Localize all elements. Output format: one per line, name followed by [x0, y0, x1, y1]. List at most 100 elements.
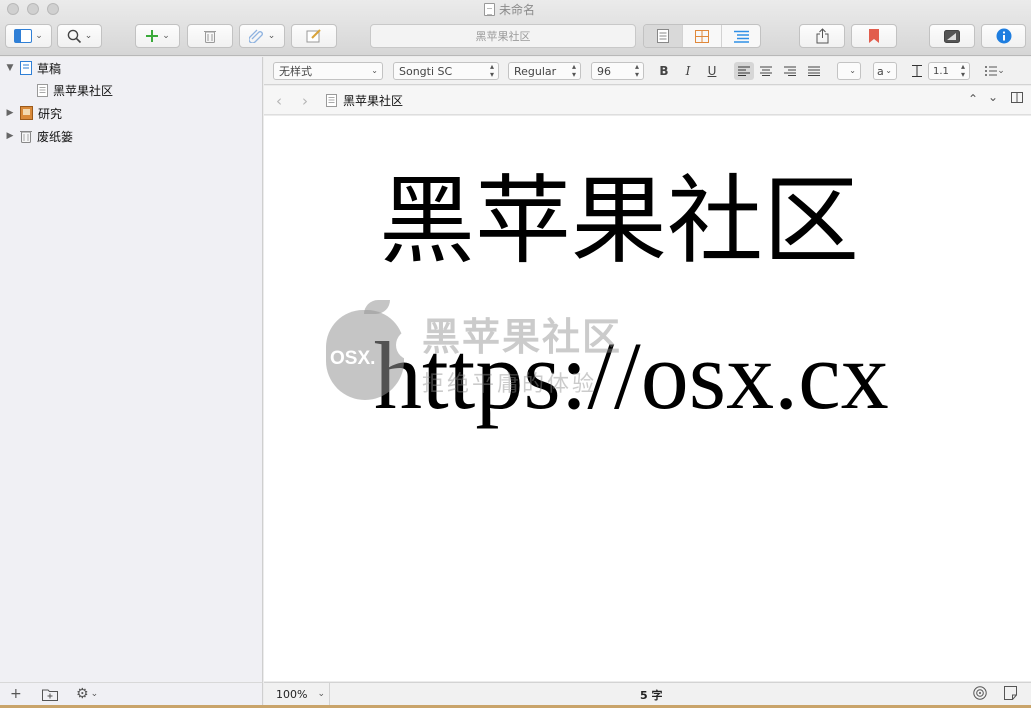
binder-item-trash[interactable]: ▶ 废纸篓 — [5, 127, 73, 145]
document-header-title[interactable]: 黑苹果社区 — [326, 92, 403, 109]
corkboard-mode-button[interactable] — [683, 25, 722, 47]
group-mode-segmented-control — [643, 24, 761, 48]
zoom-window-button[interactable] — [47, 3, 59, 15]
disclosure-triangle-collapsed-icon[interactable]: ▶ — [5, 131, 15, 141]
align-right-icon — [784, 66, 796, 76]
back-arrow-icon[interactable]: ‹ — [276, 92, 282, 110]
font-weight-select[interactable]: Regular ▴ ▾ — [508, 62, 581, 80]
composition-mode-button[interactable] — [929, 24, 975, 48]
folder-plus-icon — [42, 689, 58, 701]
chevron-down-icon: ⌄ — [84, 31, 93, 41]
grid-icon — [695, 29, 709, 43]
list-style-button[interactable]: ⌄ — [982, 62, 1008, 80]
font-family-select[interactable]: Songti SC ▴ ▾ — [393, 62, 499, 80]
text-editor[interactable]: 黑苹果社区 https://osx.cx — [264, 116, 1031, 681]
editor-header-bar: ‹ › 黑苹果社区 ⌃ ⌄ — [264, 86, 1031, 115]
italic-button[interactable]: I — [679, 62, 697, 80]
target-icon — [973, 686, 987, 700]
paperclip-icon — [248, 29, 263, 43]
disclosure-triangle-collapsed-icon[interactable]: ▶ — [5, 108, 15, 118]
chevron-down-icon: ⌄ — [90, 689, 99, 699]
bold-button[interactable]: B — [655, 62, 673, 80]
quick-search-field[interactable]: 黑苹果社区 — [370, 24, 636, 48]
binder-item-research[interactable]: ▶ 研究 — [5, 104, 62, 122]
align-left-button[interactable] — [734, 62, 754, 80]
split-view-icon — [1011, 92, 1023, 103]
gear-icon: ⚙ — [76, 686, 89, 702]
bookmark-icon — [869, 29, 879, 43]
disclosure-triangle-expanded-icon[interactable]: ▼ — [5, 63, 15, 73]
editor-text-line[interactable]: 黑苹果社区 — [379, 166, 859, 276]
trash-icon — [20, 131, 32, 143]
chevron-down-icon: ⌄ — [885, 66, 892, 75]
compose-icon — [306, 29, 321, 43]
inspector-button[interactable] — [981, 24, 1026, 48]
chevron-down-icon: ⌄ — [849, 66, 856, 75]
plus-icon — [146, 30, 159, 42]
editor-text-line[interactable]: https://osx.cx — [374, 321, 889, 431]
chevron-down-icon: ⌄ — [162, 31, 170, 41]
font-size-select[interactable]: 96 ▴ ▾ — [591, 62, 644, 80]
binder-footer: + ⚙ ⌄ — [0, 682, 263, 705]
document-icon — [484, 2, 495, 16]
add-folder-button[interactable] — [42, 688, 58, 701]
binder-sidebar: ▼ 草稿 黑苹果社区 ▶ 研究 ▶ 废纸篓 — [0, 57, 263, 682]
paragraph-style-select[interactable]: 无样式 ⌄ — [273, 62, 383, 80]
view-mode-button[interactable]: ⌄ — [5, 24, 52, 48]
notes-button[interactable] — [1004, 686, 1017, 704]
note-icon — [1004, 686, 1017, 700]
chevron-down-icon: ⌄ — [997, 66, 1005, 76]
trash-icon — [204, 31, 216, 43]
chevron-down-icon: ⌄ — [317, 689, 325, 699]
outline-icon — [733, 30, 749, 43]
zoom-select[interactable]: 100% ⌄ — [264, 683, 330, 705]
binder-actions-button[interactable]: ⚙ ⌄ — [76, 686, 98, 702]
plus-icon: + — [10, 686, 22, 702]
search-icon — [67, 29, 81, 43]
word-count: 5 字 — [640, 689, 663, 702]
composition-mode-icon — [944, 29, 960, 43]
document-icon — [326, 94, 337, 107]
attachment-button[interactable]: ⌄ — [239, 24, 285, 48]
previous-document-icon[interactable]: ⌃ — [968, 92, 978, 106]
next-document-icon[interactable]: ⌄ — [988, 90, 998, 104]
align-justify-icon — [808, 66, 820, 76]
titlebar: 未命名 ⌄ ⌄ ⌄ ⌄ 黑苹果社区 — [0, 0, 1031, 56]
minimize-window-button[interactable] — [27, 3, 39, 15]
search-button[interactable]: ⌄ — [57, 24, 102, 48]
scrivenings-mode-button[interactable] — [644, 25, 683, 47]
outliner-mode-button[interactable] — [722, 25, 760, 47]
chevron-down-icon: ⌄ — [35, 31, 43, 41]
delete-button[interactable] — [187, 24, 233, 48]
add-item-button[interactable]: + — [10, 686, 22, 702]
text-color-select[interactable]: a ⌄ — [873, 62, 897, 80]
line-spacing-select[interactable]: 1.1 ▴ ▾ — [928, 62, 970, 80]
window-title: 未命名 — [484, 1, 535, 17]
share-button[interactable] — [799, 24, 845, 48]
line-spacing-icon — [910, 62, 924, 80]
document-icon — [37, 83, 48, 97]
bookmark-button[interactable] — [851, 24, 897, 48]
forward-arrow-icon[interactable]: › — [302, 92, 308, 110]
info-icon — [996, 28, 1011, 44]
align-center-icon — [760, 66, 772, 76]
compose-button[interactable] — [291, 24, 337, 48]
research-folder-icon — [20, 106, 33, 120]
editor-footer: 100% ⌄ 5 字 — [264, 682, 1031, 705]
chevron-down-icon: ⌄ — [267, 31, 276, 41]
add-document-button[interactable]: ⌄ — [135, 24, 180, 48]
close-window-button[interactable] — [7, 3, 19, 15]
align-justify-button[interactable] — [805, 62, 823, 80]
underline-button[interactable]: U — [703, 62, 721, 80]
binder-item-document[interactable]: 黑苹果社区 — [37, 81, 113, 99]
highlight-color-select[interactable]: ⌄ — [837, 62, 861, 80]
split-editor-button[interactable] — [1011, 92, 1023, 106]
format-bar: 无样式 ⌄ Songti SC ▴ ▾ Regular ▴ ▾ 96 ▴ ▾ B I … — [264, 57, 1031, 85]
stepper-arrows-icon: ▴ ▾ — [571, 62, 576, 79]
align-right-button[interactable] — [781, 62, 799, 80]
align-left-icon — [738, 66, 750, 76]
align-center-button[interactable] — [757, 62, 775, 80]
binder-item-draft[interactable]: ▼ 草稿 — [5, 59, 61, 77]
document-lines-icon — [657, 29, 669, 43]
target-button[interactable] — [973, 686, 987, 704]
